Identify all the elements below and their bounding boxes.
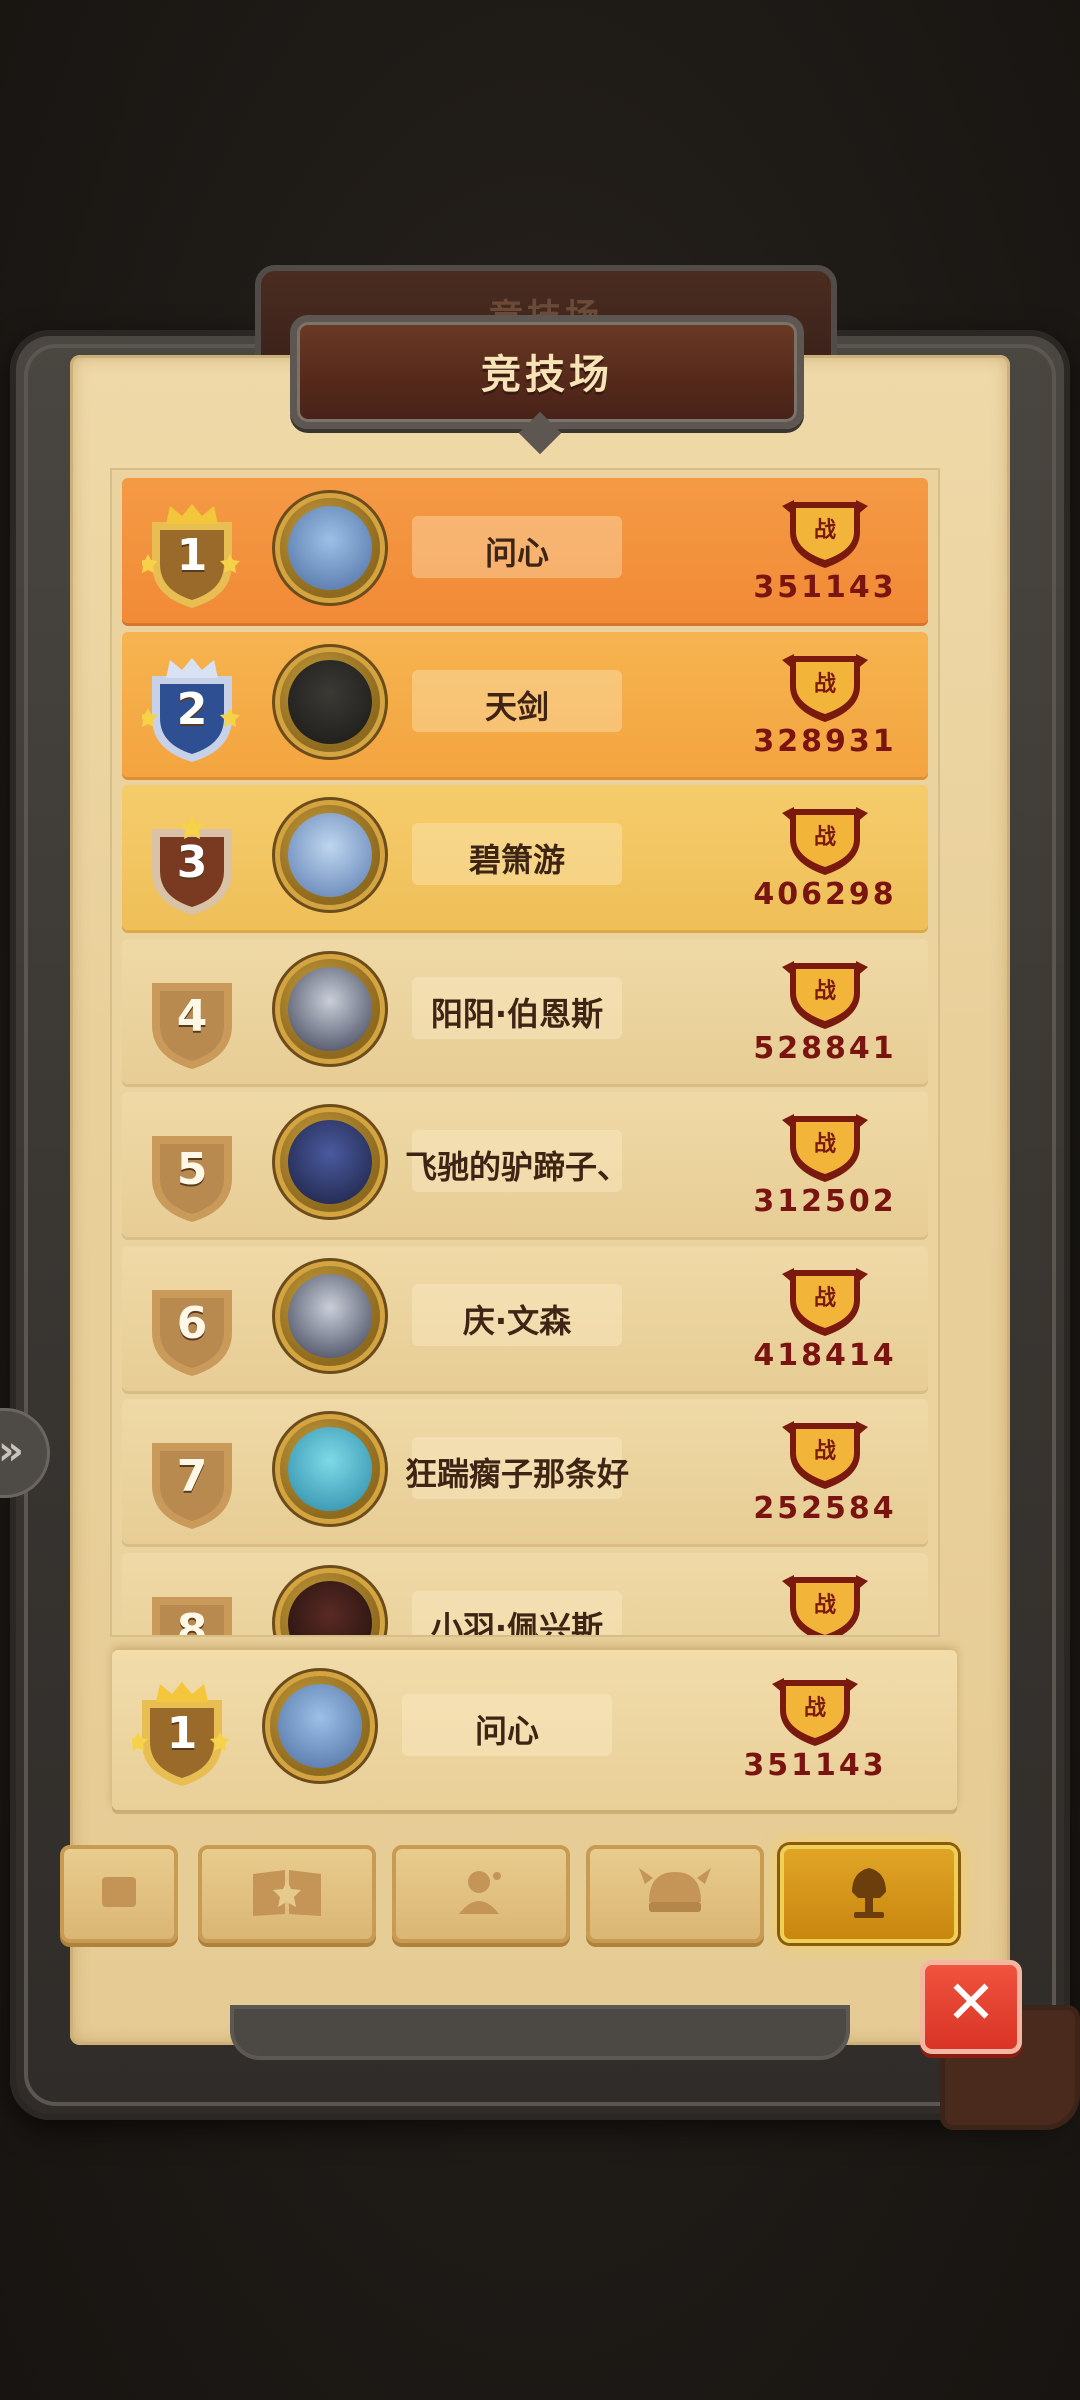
battle-power-value: 328931 [753, 723, 897, 759]
ranking-row[interactable]: 4 阳阳·伯恩斯 战 528841 [122, 938, 928, 1084]
close-button[interactable]: ✕ [920, 1960, 1022, 2054]
rank-number: 5 [176, 1144, 208, 1195]
player-name: 天剑 [484, 687, 549, 726]
ranking-row[interactable]: 1 问心 战 351143 [122, 478, 928, 623]
player-name: 阳阳·伯恩斯 [430, 994, 604, 1033]
nav-tab-friends[interactable] [392, 1845, 570, 1943]
battle-power-value: 252584 [753, 1491, 897, 1526]
player-name: 飞驰的驴蹄子、 [404, 1148, 629, 1186]
rank-number: 7 [176, 1451, 208, 1502]
rank-number: 1 [166, 1708, 198, 1759]
nav-tab-book[interactable] [198, 1845, 376, 1943]
title-banner: 竞技场 [290, 315, 804, 429]
player-name: 庆·文森 [462, 1301, 572, 1340]
ranking-row[interactable]: 5 飞驰的驴蹄子、 战 312502 [122, 1092, 928, 1237]
power-glyph: 战 [813, 1285, 836, 1311]
player-name: 小羽·佩兴斯 [430, 1608, 604, 1636]
battle-power-icon: 战 [780, 953, 870, 1033]
friends-icon [451, 1862, 511, 1926]
battle-power-icon: 战 [780, 646, 870, 726]
battle-power-icon: 战 [780, 1106, 870, 1186]
battle-power-icon: 战 [770, 1670, 860, 1750]
player-name: 狂踹瘸子那条好 [404, 1455, 629, 1493]
battle-power-value: 406298 [753, 877, 897, 912]
ranking-row[interactable]: 2 天剑 战 328931 [122, 631, 928, 777]
battle-power-value: 351143 [753, 570, 897, 605]
ranking-row[interactable]: 3 碧箫游 战 406298 [122, 785, 928, 930]
battle-power-value: 528841 [753, 1030, 897, 1066]
rank-number: 1 [176, 530, 208, 581]
battle-power-value: 418414 [753, 1337, 897, 1373]
book-icon [247, 1862, 327, 1926]
power-glyph: 战 [813, 1592, 836, 1618]
power-glyph: 战 [813, 671, 836, 697]
my-rank-row: 1 问心 战 351143 [112, 1650, 957, 1810]
nav-tab-scroll[interactable] [60, 1845, 178, 1943]
player-name: 碧箫游 [468, 841, 565, 879]
rank-number: 8 [176, 1604, 208, 1636]
power-glyph: 战 [813, 978, 836, 1004]
nav-tab-helmet[interactable] [586, 1845, 764, 1943]
power-glyph: 战 [813, 1439, 836, 1464]
nav-tab-arena[interactable] [780, 1845, 958, 1943]
battle-power-icon: 战 [780, 1260, 870, 1340]
rank-number: 2 [176, 683, 208, 735]
power-glyph: 战 [813, 518, 836, 543]
ranking-list[interactable]: 1 问心战 351143 2 天剑战 328931 3 碧箫游战 406298 4 阳阳·伯恩斯战 5… [112, 470, 938, 1635]
arena-icon [834, 1862, 904, 1926]
power-glyph: 战 [813, 825, 836, 850]
page-title: 竞技场 [481, 352, 613, 398]
helmet-icon [635, 1862, 715, 1926]
battle-power-value: 312502 [753, 1184, 897, 1219]
ranking-row[interactable]: 7 狂踹瘸子那条好 战 252584 [122, 1399, 928, 1544]
ranking-row[interactable]: 1 问心 战 351143 [112, 1656, 918, 1801]
rank-number: 6 [176, 1297, 208, 1349]
battle-power-icon: 战 [780, 492, 870, 572]
player-name: 问心 [474, 1712, 539, 1750]
power-glyph: 战 [803, 1696, 826, 1721]
power-glyph: 战 [813, 1132, 836, 1157]
battle-power-icon: 战 [780, 1567, 870, 1635]
rank-number: 4 [176, 990, 208, 1042]
close-icon: ✕ [945, 1968, 997, 2038]
bottom-plate [230, 2005, 850, 2060]
battle-power-value: 351143 [743, 1748, 887, 1783]
ranking-row[interactable]: 8 小羽·佩兴斯 战 [122, 1552, 928, 1636]
battle-power-icon: 战 [780, 799, 870, 879]
ranking-row[interactable]: 6 庆·文森 战 418414 [122, 1245, 928, 1391]
scroll-icon [94, 1867, 144, 1921]
player-name: 问心 [484, 534, 549, 572]
rank-number: 3 [176, 837, 208, 888]
battle-power-icon: 战 [780, 1413, 870, 1493]
